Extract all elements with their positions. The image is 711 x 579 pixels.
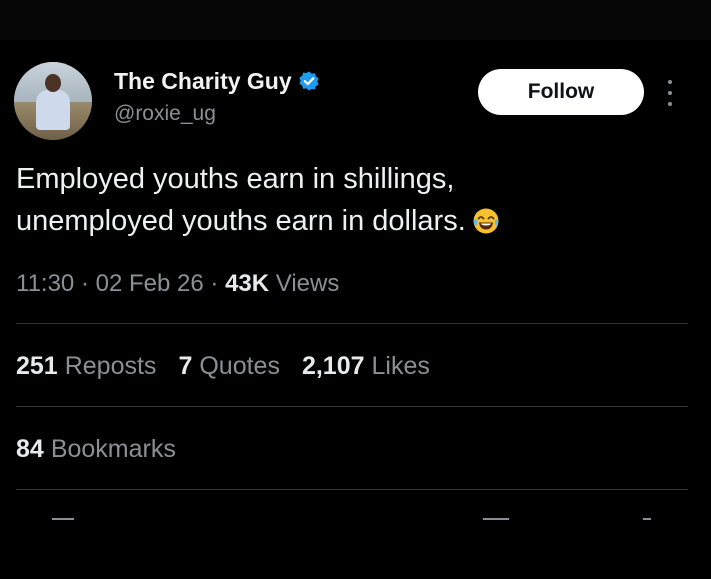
avatar-figure-head [45,74,61,92]
likes-stat[interactable]: 2,107 Likes [302,352,430,381]
tweet-header: The Charity Guy @roxie_ug Follow [14,60,694,140]
bookmarks-label: Bookmarks [50,435,176,463]
meta-separator: · [210,270,219,297]
face-with-tears-of-joy-icon [473,208,499,234]
tweet-text: Employed youths earn in shillings, unemp… [16,158,676,242]
follow-button[interactable]: Follow [478,69,644,115]
more-dot [668,102,672,106]
engagement-stats: 251 Reposts 7 Quotes 2,107 Likes [16,352,452,381]
tweet-text-line: Employed youths earn in shillings, [16,163,455,195]
more-dot [668,91,672,95]
share-icon[interactable] [643,518,651,520]
reposts-stat[interactable]: 251 Reposts [16,352,156,381]
tweet-time[interactable]: 11:30 [16,270,74,297]
author-handle[interactable]: @roxie_ug [114,102,216,126]
more-options-icon[interactable] [662,80,678,106]
divider [16,489,688,490]
reposts-label: Reposts [64,352,157,380]
divider [16,406,688,407]
avatar-figure-body [36,90,70,130]
verified-badge-icon [299,71,319,91]
avatar[interactable] [14,62,92,140]
author-display-name[interactable]: The Charity Guy [114,68,292,95]
quotes-count: 7 [178,352,193,380]
reply-icon[interactable] [52,518,74,520]
bookmarks-stat[interactable]: 84 Bookmarks [16,435,176,464]
author-name-row[interactable]: The Charity Guy [114,66,320,96]
likes-count: 2,107 [301,352,365,380]
meta-separator: · [80,270,89,297]
views-label: Views [275,270,340,297]
quotes-stat[interactable]: 7 Quotes [178,352,280,381]
top-bar [0,0,711,40]
reposts-count: 251 [16,352,58,380]
quotes-label: Quotes [199,352,280,380]
tweet-text-line-last: unemployed youths earn in dollars. [16,200,676,242]
tweet-text-line: unemployed youths earn in dollars. [16,205,466,237]
tweet-date[interactable]: 02 Feb 26 [96,270,204,297]
views-count: 43K [225,270,270,297]
likes-label: Likes [371,352,430,380]
more-dot [668,80,672,84]
tweet-meta: 11:30 · 02 Feb 26 · 43K Views [16,270,339,298]
bookmark-icon[interactable] [483,518,509,520]
divider [16,323,688,324]
bookmarks-count: 84 [16,435,44,463]
